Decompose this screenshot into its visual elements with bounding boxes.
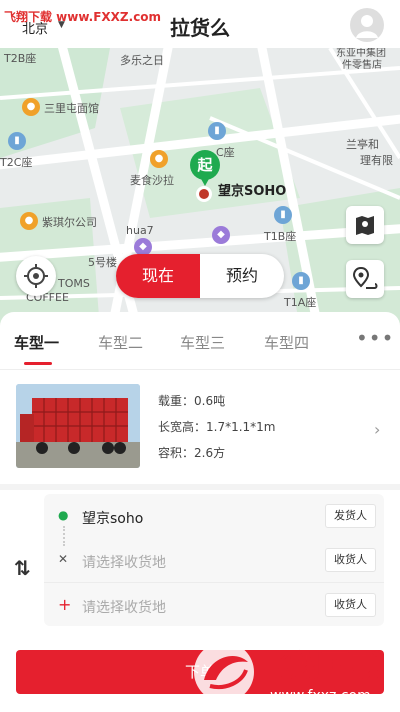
building-icon: ▮	[292, 272, 310, 290]
map-label: 件零售店	[342, 60, 382, 71]
restaurant-icon: ●	[150, 150, 168, 168]
map-label: T2C座	[0, 156, 33, 169]
more-icon[interactable]: •••	[356, 326, 394, 350]
receiver-button[interactable]: 收货人	[325, 548, 376, 572]
map-label: 多乐之日	[120, 54, 164, 67]
map-label: T1B座	[264, 230, 297, 243]
restaurant-icon: ●	[22, 98, 40, 116]
start-dot-icon: ●	[58, 508, 69, 522]
close-icon[interactable]: ✕	[58, 552, 68, 566]
crosshair-icon	[24, 264, 48, 288]
map-label: T1A座	[284, 296, 317, 309]
tab-vehicle-2[interactable]: 车型二	[98, 332, 143, 353]
map-view[interactable]: T2B座 多乐之日 东亚中集团 件零售店 ● 三里屯面馆 ▮ T2C座 ▮ C座…	[0, 48, 400, 330]
swap-icon[interactable]: ⇅	[14, 556, 31, 580]
locate-button[interactable]	[16, 256, 56, 296]
address-row-sender[interactable]: ● 望京soho 发货人	[44, 494, 384, 538]
building-icon: ▮	[8, 132, 26, 150]
route-button[interactable]	[346, 260, 384, 298]
map-label: T2B座	[4, 52, 37, 65]
add-receiver-address[interactable]: 请选择收货地	[82, 597, 166, 617]
map-label: 紫琪尔公司	[42, 216, 97, 229]
building-icon: ▮	[274, 206, 292, 224]
address-list: ● 望京soho 发货人 ✕ 请选择收货地 收货人 + 请选择收货地 收货人	[44, 494, 384, 626]
page-title: 拉货么	[170, 16, 230, 40]
add-icon[interactable]: +	[58, 595, 71, 614]
map-book-icon	[356, 216, 374, 235]
order-panel: 车型一 车型二 车型三 车型四 ••• 载重：0.6吨 长宽高：1.7*1.1*…	[0, 312, 400, 712]
start-pin-badge: 起	[190, 150, 220, 180]
map-layers-button[interactable]	[346, 206, 384, 244]
map-label: 麦食沙拉	[130, 174, 174, 187]
map-label: 5号楼	[88, 256, 117, 269]
restaurant-icon: ●	[20, 212, 38, 230]
vehicle-load: 载重：0.6吨	[158, 394, 226, 408]
brand-logo-icon: 飞翔下载 www.fxxz.com	[194, 642, 380, 704]
active-tab-indicator	[24, 362, 52, 365]
tab-vehicle-4[interactable]: 车型四	[264, 332, 309, 353]
truck-icon	[16, 384, 140, 468]
location-dot-icon	[196, 186, 212, 202]
tab-vehicle-1[interactable]: 车型一	[14, 332, 59, 353]
add-receiver-button[interactable]: 收货人	[325, 593, 376, 617]
address-row-receiver[interactable]: ✕ 请选择收货地 收货人	[44, 538, 384, 582]
user-icon	[356, 15, 378, 38]
shop-icon: ◆	[212, 226, 230, 244]
start-pin-tail	[200, 177, 210, 186]
tab-vehicle-3[interactable]: 车型三	[180, 332, 225, 353]
toggle-now-button[interactable]: 现在	[116, 254, 200, 298]
address-row-add[interactable]: + 请选择收货地 收货人	[44, 582, 384, 626]
brand-watermark-url: www.fxxz.com	[270, 688, 371, 704]
vehicle-dimensions: 长宽高：1.7*1.1*1m	[158, 420, 276, 434]
toggle-book-button[interactable]: 预约	[200, 254, 284, 298]
sender-address[interactable]: 望京soho	[82, 508, 143, 528]
app-header: 飞翔下载 www.FXXZ.com 北京 ▼ 拉货么	[0, 0, 400, 48]
map-label: 理有限	[360, 154, 393, 167]
brand-watermark: 飞翔下载 www.fxxz.com	[186, 634, 396, 712]
chevron-right-icon[interactable]: ›	[374, 420, 380, 439]
time-toggle: 现在 预约	[116, 254, 284, 298]
avatar[interactable]	[350, 8, 384, 42]
section-divider	[0, 484, 400, 490]
start-location-label: 望京SOHO	[218, 184, 287, 199]
vehicle-tabs: 车型一 车型二 车型三 车型四 •••	[0, 312, 400, 370]
map-label: 三里屯面馆	[44, 102, 99, 115]
truck-image	[16, 384, 140, 468]
map-label: hua7	[126, 224, 154, 237]
sender-button[interactable]: 发货人	[325, 504, 376, 528]
vehicle-volume: 容积：2.6方	[158, 446, 226, 460]
map-label: 兰亭和	[346, 138, 379, 151]
receiver-address[interactable]: 请选择收货地	[82, 552, 166, 572]
building-icon: ▮	[208, 122, 226, 140]
brand-watermark-title: 飞翔下载	[260, 649, 380, 684]
map-label: C座	[216, 146, 235, 159]
map-label: TOMS	[58, 277, 90, 290]
route-pin-icon	[352, 266, 378, 289]
